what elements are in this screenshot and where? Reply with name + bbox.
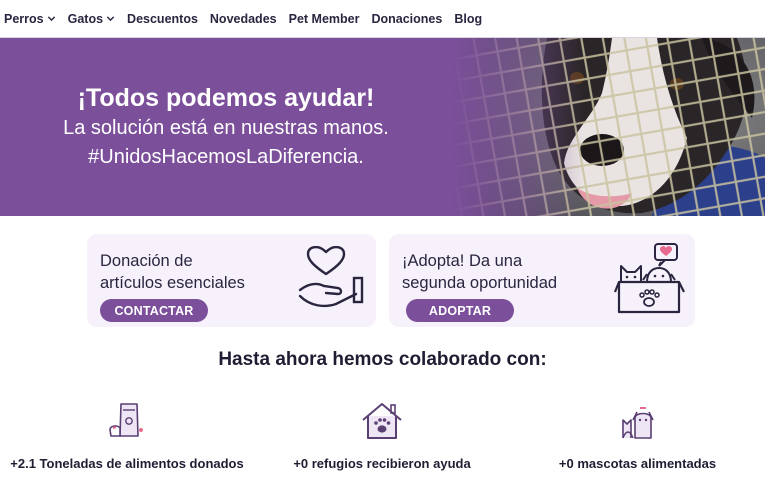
top-nav: Perros Gatos Descuentos Novedades Pet Me… [0,0,765,38]
cat-dog-icon [621,407,654,439]
hero-title: ¡Todos podemos ayudar! [77,84,375,112]
chevron-down-icon [106,16,115,22]
card-text-line: ¡Adopta! Da una [402,252,523,270]
stat-food: +2.1 Toneladas de alimentos donados [0,400,254,471]
stat-food-label: +2.1 Toneladas de alimentos donados [10,456,244,471]
card-text-line: artículos esenciales [100,274,245,292]
nav-item-label: Descuentos [127,11,198,26]
nav-item-label: Blog [454,11,483,26]
nav-item-label: Gatos [67,11,104,26]
nav-item-label: Donaciones [371,11,443,26]
hero-text: ¡Todos podemos ayudar! La solución está … [0,38,452,216]
donation-card: Donación de artículos esenciales CONTACT… [87,234,376,327]
stat-shelters-label: +0 refugios recibieron ayuda [293,456,471,471]
stat-shelters: +0 refugios recibieron ayuda [254,400,510,471]
paw-house-icon [362,403,402,439]
pets-in-box-icon [613,243,685,314]
adopt-card-text: ¡Adopta! Da una segunda oportunidad [402,250,557,294]
nav-item-gatos[interactable]: Gatos [68,12,115,26]
hero-banner: ¡Todos podemos ayudar! La solución está … [0,38,765,216]
nav-item-label: Pet Member [288,11,360,26]
card-text-line: segunda oportunidad [402,274,558,292]
dog-behind-fence-photo [452,38,765,216]
contact-button[interactable]: CONTACTAR [100,299,208,322]
nav-item-blog[interactable]: Blog [454,12,482,26]
nav-item-donaciones[interactable]: Donaciones [371,12,442,26]
nav-item-pet-member[interactable]: Pet Member [289,12,360,26]
stat-pets-label: +0 mascotas alimentadas [558,456,717,471]
donation-card-text: Donación de artículos esenciales [100,250,245,294]
chevron-down-icon [47,16,55,22]
hero-subtitle-line1: La solución está en nuestras manos. [63,117,389,139]
nav-item-descuentos[interactable]: Descuentos [127,12,198,26]
nav-item-label: Perros [4,11,44,26]
nav-item-label: Novedades [209,11,277,26]
hero-subtitle-line2: #UnidosHacemosLaDiferencia. [88,146,364,168]
stats-title: Hasta ahora hemos colaborado con: [218,349,547,370]
adopt-button[interactable]: ADOPTAR [406,299,514,322]
heart-hand-icon [298,246,364,308]
pet-food-icon [109,403,143,437]
nav-item-perros[interactable]: Perros [4,12,56,26]
stat-pets: +0 mascotas alimentadas [510,400,765,471]
nav-item-novedades[interactable]: Novedades [210,12,277,26]
adopt-card: ¡Adopta! Da una segunda oportunidad ADOP… [389,234,695,327]
card-text-line: Donación de [100,252,193,270]
